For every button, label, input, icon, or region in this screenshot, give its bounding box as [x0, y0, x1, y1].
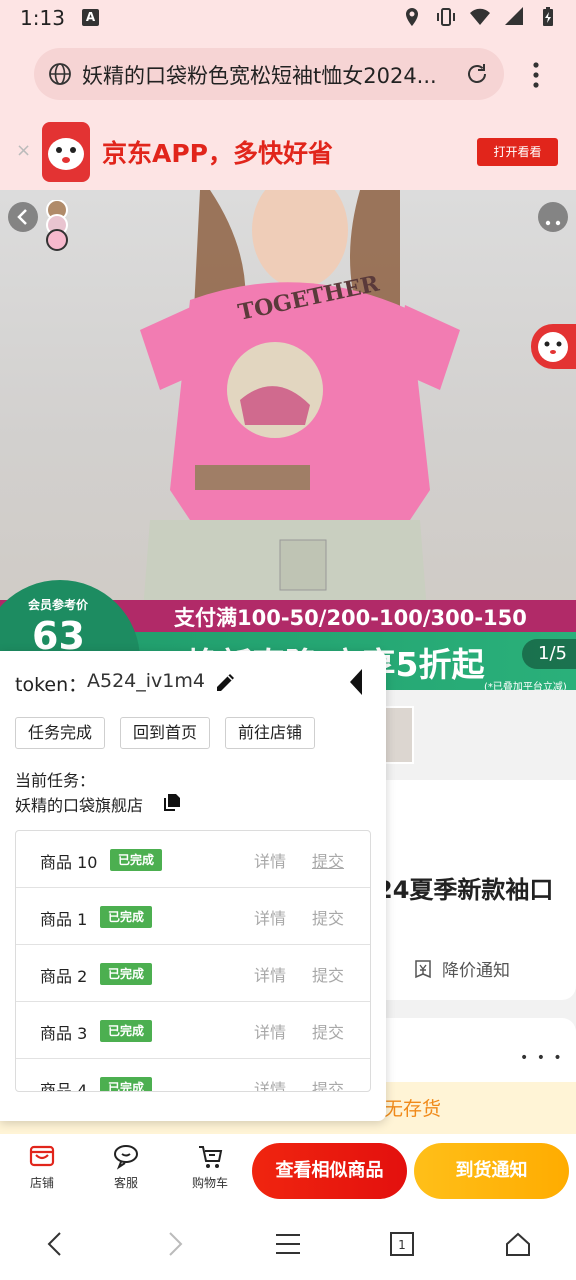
stock-notify-button[interactable]: 到货通知 [414, 1143, 569, 1199]
yen-icon [415, 959, 431, 978]
task-row: 商品 1 已完成 详情 提交 [16, 888, 370, 945]
status-badge: 已完成 [100, 1077, 153, 1091]
service-label: 客服 [113, 1176, 138, 1190]
open-app-button[interactable]: 打开看看 [477, 138, 558, 166]
token-value: A524_iv1m4 [87, 670, 205, 692]
no-stock-text: 无存货 [384, 1098, 442, 1120]
jd-logo [42, 122, 90, 182]
product-photo-illustration: TOGETHER [140, 190, 460, 650]
task-list: 商品 10 已完成 详情 提交 商品 1 已完成 详情 提交 商品 2 已完成 … [15, 830, 371, 1092]
location-icon [406, 8, 418, 26]
task-detail-link[interactable]: 详情 [254, 962, 286, 986]
svg-text:1: 1 [398, 1238, 406, 1252]
task-complete-button[interactable]: 任务完成 [15, 717, 105, 749]
cart-action[interactable]: 购物车 [180, 1142, 240, 1191]
status-bar: 1:13 A [0, 0, 576, 36]
task-submit-link[interactable]: 提交 [312, 848, 344, 872]
product-image[interactable]: TOGETHER [0, 190, 576, 650]
vibrate-icon [437, 8, 455, 26]
view-similar-button[interactable]: 查看相似商品 [252, 1143, 407, 1199]
cart-label: 购物车 [191, 1176, 228, 1190]
task-name: 商品 1 [40, 910, 88, 929]
status-badge: 已完成 [100, 906, 153, 928]
nav-home-icon[interactable] [504, 1230, 532, 1258]
shop-label: 店铺 [29, 1176, 54, 1190]
shop-icon [29, 1145, 55, 1167]
go-to-shop-button[interactable]: 前往店铺 [225, 717, 315, 749]
task-row: 商品 10 已完成 详情 提交 [16, 831, 370, 888]
price-drop-label: 降价通知 [442, 961, 510, 981]
image-page-indicator: 1/5 [522, 639, 576, 669]
task-name: 商品 4 [40, 1081, 88, 1092]
task-submit-link[interactable]: 提交 [312, 1019, 344, 1043]
shop-action[interactable]: 店铺 [12, 1142, 72, 1191]
customer-service-icon [114, 1145, 138, 1170]
browser-toolbar: 妖精的口袋粉色宽松短袖t恤女2024... [0, 36, 576, 112]
token-label: token： [15, 674, 88, 696]
edit-icon[interactable] [214, 670, 238, 694]
current-shop-name: 妖精的口袋旗舰店 [15, 796, 144, 815]
current-task-label: 当前任务： [15, 771, 96, 790]
page-title-url[interactable]: 妖精的口袋粉色宽松短袖t恤女2024... [82, 60, 458, 90]
nav-tabs-icon[interactable]: 1 [388, 1230, 416, 1258]
member-price-label: 会员参考价 [28, 598, 89, 612]
price-drop-notice[interactable]: 降价通知 [412, 956, 510, 981]
wifi-icon [470, 8, 490, 26]
task-detail-link[interactable]: 详情 [254, 848, 286, 872]
task-row: 商品 2 已完成 详情 提交 [16, 945, 370, 1002]
cart-icon [199, 1146, 223, 1168]
more-options-button[interactable] [538, 202, 568, 232]
banner-slogan: 京东APP，多快好省 [102, 139, 333, 168]
nav-back-icon[interactable] [42, 1230, 70, 1258]
task-detail-link[interactable]: 详情 [254, 1076, 286, 1091]
task-name: 商品 2 [40, 967, 88, 986]
status-time: 1:13 [20, 6, 65, 30]
accessibility-a-icon: A [82, 9, 99, 26]
copy-icon[interactable] [163, 792, 183, 812]
nav-menu-icon[interactable] [274, 1230, 302, 1258]
task-submit-link[interactable]: 提交 [312, 905, 344, 929]
carousel-dots: • • • [520, 1050, 564, 1066]
status-icons [402, 6, 558, 28]
task-name: 商品 3 [40, 1024, 88, 1043]
collapse-panel-icon[interactable] [346, 667, 366, 697]
status-badge: 已完成 [100, 963, 153, 985]
signal-icon [505, 7, 523, 25]
task-detail-link[interactable]: 详情 [254, 1019, 286, 1043]
product-title: 24夏季新款袖口 [376, 876, 554, 904]
task-row: 商品 3 已完成 详情 提交 [16, 1002, 370, 1059]
nav-forward-icon[interactable] [160, 1230, 188, 1258]
service-action[interactable]: 客服 [96, 1142, 156, 1191]
task-submit-link[interactable]: 提交 [312, 962, 344, 986]
status-badge: 已完成 [100, 1020, 153, 1042]
thumbnail-strip-item[interactable] [382, 706, 414, 764]
banner-close-icon[interactable]: × [16, 140, 31, 161]
thumbnail-stack-icon[interactable] [44, 199, 70, 252]
status-badge: 已完成 [110, 849, 163, 871]
browser-menu-icon[interactable] [524, 60, 548, 90]
jd-mascot-float-icon[interactable] [531, 324, 576, 369]
globe-icon [49, 63, 71, 85]
reload-icon[interactable] [464, 61, 490, 87]
task-row: 商品 4 已完成 详情 提交 [16, 1059, 370, 1092]
jd-app-banner: × 京东APP，多快好省 打开看看 [0, 112, 576, 190]
task-detail-link[interactable]: 详情 [254, 905, 286, 929]
back-button[interactable] [8, 202, 38, 232]
battery-icon [543, 7, 553, 26]
promo-discount-text: 支付满100-50/200-100/300-150 [174, 606, 527, 630]
task-submit-link[interactable]: 提交 [312, 1076, 344, 1091]
task-name: 商品 10 [40, 853, 98, 872]
back-home-button[interactable]: 回到首页 [120, 717, 210, 749]
address-bar[interactable]: 妖精的口袋粉色宽松短袖t恤女2024... [34, 48, 504, 100]
task-panel: token： A524_iv1m4 任务完成 回到首页 前往店铺 当前任务： 妖… [0, 651, 386, 1121]
